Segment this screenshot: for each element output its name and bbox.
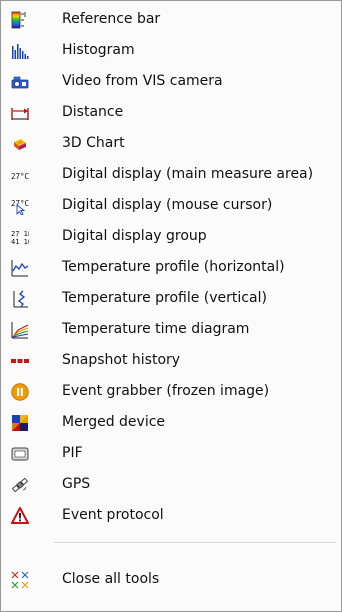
menu-item-label: 3D Chart (62, 135, 125, 151)
menu-item-label: Event grabber (frozen image) (62, 383, 270, 399)
menu-item-vis-camera[interactable]: Video from VIS camera (2, 66, 340, 97)
temperature-profile-horizontal-icon (11, 259, 29, 277)
menu-item-distance[interactable]: Distance (2, 97, 340, 128)
menu-separator (54, 542, 336, 544)
menu-item-label: PIF (62, 445, 83, 461)
menu-item-label: Video from VIS camera (62, 73, 223, 89)
menu-item-temperature-profile-horizontal[interactable]: Temperature profile (horizontal) (2, 252, 340, 283)
temperature-time-diagram-icon (11, 321, 29, 339)
merged-device-icon (11, 414, 29, 432)
menu-item-snapshot-history[interactable]: Snapshot history (2, 345, 340, 376)
context-menu: Reference bar Histogram Video from VIS c… (0, 0, 342, 612)
menu-item-label: Reference bar (62, 11, 161, 27)
digital-display-group-icon-text-top: 27 18 (11, 230, 29, 238)
digital-display-group-icon-text-bottom: 41 10 (11, 238, 29, 246)
menu-body: Reference bar Histogram Video from VIS c… (2, 2, 340, 610)
menu-item-label: Temperature profile (vertical) (62, 290, 267, 306)
menu-item-label: Snapshot history (62, 352, 181, 368)
menu-item-label: Digital display (main measure area) (62, 166, 314, 182)
pif-icon (11, 445, 29, 463)
menu-item-event-grabber[interactable]: Event grabber (frozen image) (2, 376, 340, 407)
vis-camera-icon (11, 73, 29, 91)
menu-item-label: Distance (62, 104, 124, 120)
3d-chart-icon (11, 135, 29, 153)
menu-item-temperature-time-diagram[interactable]: Temperature time diagram (2, 314, 340, 345)
distance-icon (11, 104, 29, 122)
temperature-profile-vertical-icon (11, 290, 29, 308)
menu-item-merged-device[interactable]: Merged device (2, 407, 340, 438)
menu-item-close-all-tools[interactable]: Close all tools (2, 564, 340, 595)
menu-item-3d-chart[interactable]: 3D Chart (2, 128, 340, 159)
menu-item-event-protocol[interactable]: Event protocol (2, 500, 340, 531)
digital-display-cursor-icon: 27°C (11, 197, 29, 215)
menu-item-digital-display-main[interactable]: 27°C Digital display (main measure area) (2, 159, 340, 190)
close-all-icon (11, 571, 29, 589)
menu-item-label: Histogram (62, 42, 135, 58)
menu-item-pif[interactable]: PIF (2, 438, 340, 469)
menu-item-label: Merged device (62, 414, 166, 430)
histogram-icon (11, 42, 29, 60)
menu-item-gps[interactable]: GPS (2, 469, 340, 500)
event-grabber-icon (11, 383, 29, 401)
menu-item-label: Event protocol (62, 507, 164, 523)
menu-item-label: Temperature time diagram (62, 321, 250, 337)
digital-display-main-icon-text: 27°C (11, 172, 29, 181)
menu-item-temperature-profile-vertical[interactable]: Temperature profile (vertical) (2, 283, 340, 314)
menu-item-digital-display-cursor[interactable]: 27°C Digital display (mouse cursor) (2, 190, 340, 221)
menu-item-histogram[interactable]: Histogram (2, 35, 340, 66)
menu-item-digital-display-group[interactable]: 27 18 41 10 Digital display group (2, 221, 340, 252)
gps-icon (11, 476, 29, 494)
snapshot-history-icon (11, 352, 29, 370)
menu-item-label: Digital display (mouse cursor) (62, 197, 273, 213)
digital-display-group-icon: 27 18 41 10 (11, 228, 29, 246)
menu-item-label: Digital display group (62, 228, 207, 244)
menu-item-label: Temperature profile (horizontal) (62, 259, 285, 275)
menu-item-label: GPS (62, 476, 91, 492)
menu-item-label: Close all tools (62, 571, 160, 587)
digital-display-main-icon: 27°C (11, 166, 29, 184)
menu-item-reference-bar[interactable]: Reference bar (2, 4, 340, 35)
event-protocol-icon (11, 507, 29, 525)
reference-bar-icon (11, 11, 29, 29)
digital-display-cursor-icon-text: 27°C (11, 199, 29, 208)
